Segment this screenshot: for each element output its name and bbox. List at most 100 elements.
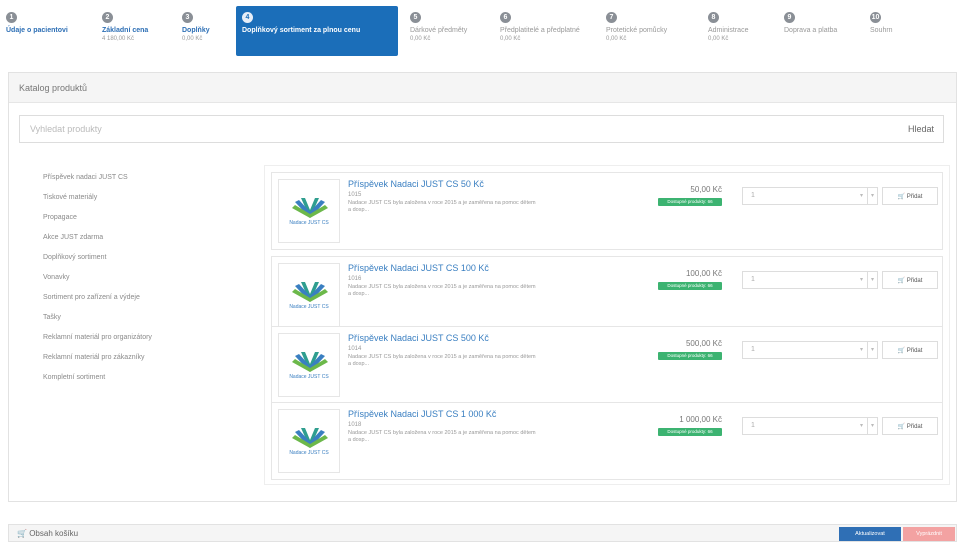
- cart-icon: 🛒: [897, 277, 906, 284]
- quantity-select[interactable]: 1 ▾ ▾: [742, 417, 878, 435]
- product-description: Nadace JUST CS byla založena v roce 2015…: [348, 430, 536, 443]
- cart-icon: 🛒: [17, 529, 27, 538]
- logo-text: Nadace JUST CS: [289, 220, 329, 226]
- catalog-title: Katalog produktů: [9, 73, 956, 103]
- category-item[interactable]: Propagace: [43, 213, 253, 233]
- search-button[interactable]: Hledat: [899, 116, 943, 142]
- product-title-link[interactable]: Příspěvek Nadaci JUST CS 50 Kč: [348, 179, 484, 189]
- step-full-price-assortment[interactable]: 4 Doplňkový sortiment za plnou cenu: [236, 6, 398, 56]
- product-card: Nadace JUST CS Příspěvek Nadaci JUST CS …: [271, 256, 943, 334]
- catalog-panel: Katalog produktů Hledat Příspěvek nadaci…: [8, 72, 957, 502]
- cart-icon: 🛒: [897, 423, 906, 430]
- quantity-select[interactable]: 1 ▾ ▾: [742, 271, 878, 289]
- step-price: 0,00 Kč: [500, 36, 521, 42]
- step-shipping-payment[interactable]: 9 Doprava a platba: [778, 6, 858, 56]
- checkout-steps: 1 Údaje o pacientovi 2 Základní cena 4 1…: [0, 0, 965, 62]
- search-bar: Hledat: [19, 115, 944, 143]
- product-description: Nadace JUST CS byla založena v roce 2015…: [348, 354, 536, 367]
- category-item[interactable]: Sortiment pro zařízení a výdeje: [43, 293, 253, 313]
- step-number: 8: [708, 12, 719, 23]
- add-to-cart-button[interactable]: 🛒 Přidat: [882, 187, 938, 205]
- product-title-link[interactable]: Příspěvek Nadaci JUST CS 1 000 Kč: [348, 409, 496, 419]
- step-number: 6: [500, 12, 511, 23]
- product-price: 100,00 Kč: [685, 269, 722, 278]
- chevron-down-icon[interactable]: ▾: [867, 272, 877, 288]
- foundation-logo-icon: [292, 282, 328, 302]
- chevron-down-icon: ▾: [859, 347, 863, 353]
- category-item[interactable]: Reklamní materiál pro organizátory: [43, 333, 253, 353]
- product-code: 1014: [348, 346, 362, 352]
- step-title: Doprava a platba: [784, 27, 838, 34]
- add-label: Přidat: [906, 423, 923, 430]
- category-item[interactable]: Tiskové materiály: [43, 193, 253, 213]
- foundation-logo-icon: [292, 352, 328, 372]
- add-to-cart-button[interactable]: 🛒 Přidat: [882, 417, 938, 435]
- step-patient-info[interactable]: 1 Údaje o pacientovi: [0, 6, 72, 56]
- add-label: Přidat: [906, 347, 923, 354]
- category-item[interactable]: Akce JUST zdarma: [43, 233, 253, 253]
- availability-badge: Dostupné produkty: 66: [658, 352, 722, 360]
- empty-cart-button[interactable]: Vyprázdnit: [903, 527, 955, 541]
- product-code: 1015: [348, 192, 362, 198]
- step-number: 10: [870, 12, 881, 23]
- step-title: Údaje o pacientovi: [6, 27, 68, 34]
- foundation-logo-icon: [292, 428, 328, 448]
- product-image[interactable]: Nadace JUST CS: [278, 333, 340, 397]
- quantity-select[interactable]: 1 ▾ ▾: [742, 187, 878, 205]
- step-title: Souhrn: [870, 27, 893, 34]
- step-extras[interactable]: 3 Doplňky 0,00 Kč: [176, 6, 232, 56]
- chevron-down-icon[interactable]: ▾: [867, 418, 877, 434]
- step-title: Doplňky: [182, 27, 210, 34]
- quantity-value: 1: [751, 192, 755, 199]
- category-item[interactable]: Příspěvek nadaci JUST CS: [43, 173, 253, 193]
- step-prosthetics[interactable]: 7 Protetické pomůcky 0,00 Kč: [600, 6, 696, 56]
- chevron-down-icon: ▾: [859, 193, 863, 199]
- product-image[interactable]: Nadace JUST CS: [278, 179, 340, 243]
- cart-title: 🛒 Obsah košíku: [17, 529, 78, 538]
- chevron-down-icon: ▾: [859, 423, 863, 429]
- category-item[interactable]: Reklamní materiál pro zákazníky: [43, 353, 253, 373]
- availability-badge: Dostupné produkty: 66: [658, 282, 722, 290]
- product-card: Nadace JUST CS Příspěvek Nadaci JUST CS …: [271, 172, 943, 250]
- search-input[interactable]: [20, 116, 900, 142]
- availability-badge: Dostupné produkty: 66: [658, 198, 722, 206]
- product-description: Nadace JUST CS byla založena v roce 2015…: [348, 200, 536, 213]
- product-image[interactable]: Nadace JUST CS: [278, 263, 340, 327]
- chevron-down-icon[interactable]: ▾: [867, 188, 877, 204]
- step-number: 5: [410, 12, 421, 23]
- product-title-link[interactable]: Příspěvek Nadaci JUST CS 500 Kč: [348, 333, 489, 343]
- step-title: Administrace: [708, 27, 749, 34]
- foundation-logo-icon: [292, 198, 328, 218]
- step-subscriptions[interactable]: 6 Předplatitelé a předplatné 0,00 Kč: [494, 6, 594, 56]
- step-title: Doplňkový sortiment za plnou cenu: [242, 27, 361, 34]
- category-item[interactable]: Doplňkový sortiment: [43, 253, 253, 273]
- quantity-value: 1: [751, 346, 755, 353]
- chevron-down-icon[interactable]: ▾: [867, 342, 877, 358]
- step-administration[interactable]: 8 Administrace 0,00 Kč: [702, 6, 772, 56]
- category-item[interactable]: Tašky: [43, 313, 253, 333]
- add-to-cart-button[interactable]: 🛒 Přidat: [882, 341, 938, 359]
- product-title-link[interactable]: Příspěvek Nadaci JUST CS 100 Kč: [348, 263, 489, 273]
- product-list: Nadace JUST CS Příspěvek Nadaci JUST CS …: [264, 165, 950, 485]
- chevron-down-icon: ▾: [859, 277, 863, 283]
- cart-title-label: Obsah košíku: [29, 529, 79, 538]
- product-image[interactable]: Nadace JUST CS: [278, 409, 340, 473]
- step-gift-items[interactable]: 5 Dárkové předměty 0,00 Kč: [404, 6, 488, 56]
- category-item[interactable]: Kompletní sortiment: [43, 373, 253, 393]
- logo-text: Nadace JUST CS: [289, 374, 329, 380]
- cart-icon: 🛒: [897, 193, 906, 200]
- add-to-cart-button[interactable]: 🛒 Přidat: [882, 271, 938, 289]
- add-label: Přidat: [906, 277, 923, 284]
- category-item[interactable]: Vonavky: [43, 273, 253, 293]
- product-code: 1016: [348, 276, 362, 282]
- step-title: Předplatitelé a předplatné: [500, 27, 580, 34]
- step-summary[interactable]: 10 Souhrn: [864, 6, 924, 56]
- step-base-price[interactable]: 2 Základní cena 4 180,00 Kč: [96, 6, 166, 56]
- quantity-select[interactable]: 1 ▾ ▾: [742, 341, 878, 359]
- update-cart-button[interactable]: Aktualizovat: [839, 527, 901, 541]
- step-title: Základní cena: [102, 27, 149, 34]
- product-price: 1 000,00 Kč: [679, 415, 722, 424]
- step-number: 7: [606, 12, 617, 23]
- cart-icon: 🛒: [897, 347, 906, 354]
- step-price: 0,00 Kč: [606, 36, 627, 42]
